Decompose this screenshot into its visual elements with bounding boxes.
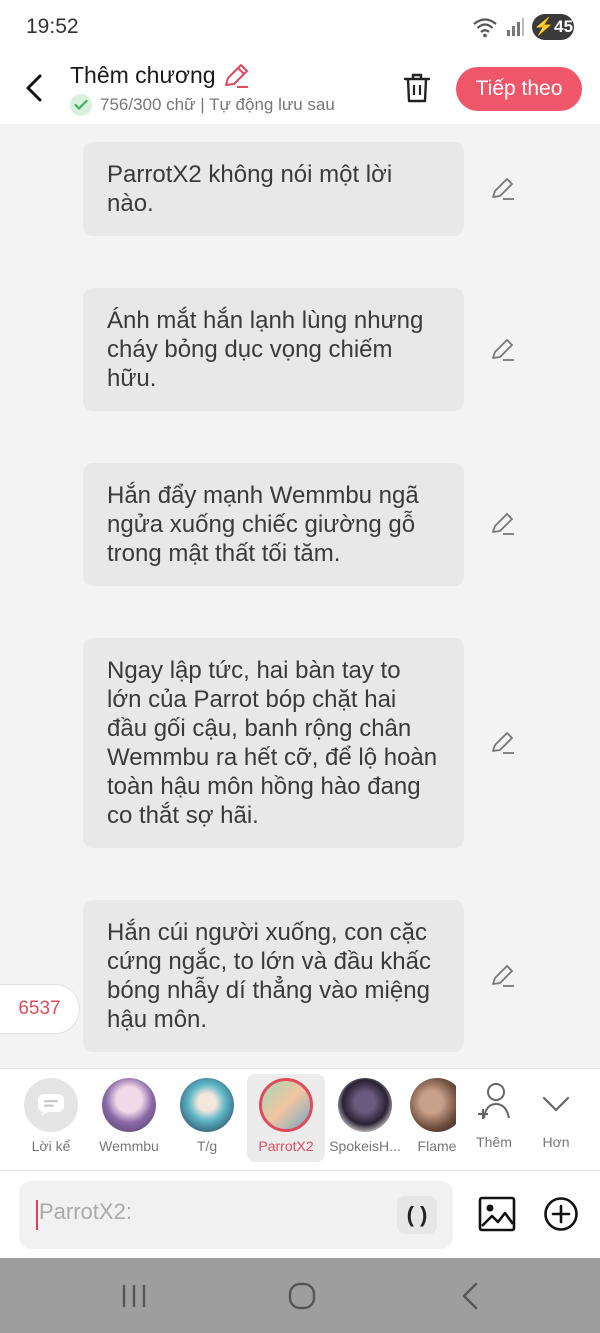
recent-apps-icon (122, 1285, 146, 1307)
status-icons: ⚡ 45 (472, 14, 574, 40)
edit-icon[interactable] (488, 174, 518, 204)
character-label: T/g (196, 1138, 218, 1154)
character-label: Thêm (476, 1134, 512, 1150)
next-button[interactable]: Tiếp theo (456, 67, 582, 111)
input-placeholder: ParrotX2: (39, 1199, 132, 1224)
system-nav-bar (0, 1258, 600, 1333)
battery-indicator: ⚡ 45 (532, 14, 574, 40)
character-flame[interactable]: Flame (394, 1069, 456, 1171)
message-input[interactable]: ParrotX2: ( ) (19, 1181, 453, 1249)
image-icon (478, 1196, 516, 1232)
message-list[interactable]: ParrotX2 không nói một lời nào. Ánh mắt … (0, 124, 600, 1068)
character-label: Hơn (542, 1134, 570, 1150)
add-person-icon (478, 1083, 510, 1119)
narration-icon (24, 1078, 78, 1132)
image-button[interactable] (478, 1195, 516, 1233)
character-wemmbu[interactable]: Wemmbu (90, 1069, 168, 1171)
avatar (410, 1078, 456, 1132)
character-label: ParrotX2 (258, 1138, 314, 1154)
avatar (180, 1078, 234, 1132)
text-caret (36, 1200, 38, 1230)
check-icon (70, 94, 92, 116)
more-button[interactable]: Hơn (517, 1069, 595, 1171)
avatar (338, 1078, 392, 1132)
character-label: Flame (417, 1138, 456, 1154)
character-label: Wemmbu (99, 1138, 159, 1154)
status-time: 19:52 (26, 15, 79, 38)
add-button[interactable] (542, 1195, 580, 1233)
message-bubble[interactable]: Ánh mắt hắn lạnh lùng nhưng cháy bỏng dụ… (83, 288, 464, 411)
avatar (102, 1078, 156, 1132)
delete-button[interactable] (400, 70, 434, 106)
word-count-text: 756/300 chữ | Tự động lưu sau (100, 95, 335, 114)
status-bar: 19:52 ⚡ 45 (0, 0, 600, 56)
character-narration[interactable]: Lời kể (12, 1069, 90, 1171)
pencil-icon[interactable] (222, 63, 250, 89)
message-bubble[interactable]: Ngay lập tức, hai bàn tay to lớn của Par… (83, 638, 464, 848)
system-back-button[interactable] (450, 1278, 490, 1314)
character-tg[interactable]: T/g (168, 1069, 246, 1171)
home-button[interactable] (282, 1278, 322, 1314)
character-count-badge[interactable]: 6537 (0, 984, 80, 1034)
character-label: SpokeisH... (329, 1138, 401, 1154)
wifi-icon (473, 18, 497, 38)
trash-icon (403, 73, 431, 103)
page-title: Thêm chương (70, 62, 216, 88)
edit-icon[interactable] (488, 335, 518, 365)
parenthesis-button[interactable]: ( ) (397, 1196, 437, 1234)
input-row: ParrotX2: ( ) (0, 1170, 600, 1258)
chevron-down-icon (542, 1096, 570, 1112)
character-spokeish[interactable]: SpokeisH... (326, 1069, 404, 1171)
message-bubble[interactable]: ParrotX2 không nói một lời nào. (83, 142, 464, 236)
edit-icon[interactable] (488, 728, 518, 758)
back-arrow-icon (462, 1282, 478, 1310)
edit-icon[interactable] (488, 961, 518, 991)
chevron-left-icon (26, 74, 42, 102)
page-title-row: Thêm chương (70, 62, 250, 89)
save-status: 756/300 chữ | Tự động lưu sau (70, 94, 380, 116)
header: Thêm chương 756/300 chữ | Tự động lưu sa… (0, 56, 600, 124)
charging-icon: ⚡ (532, 17, 555, 36)
home-icon (288, 1282, 316, 1310)
back-button[interactable] (18, 70, 50, 106)
character-parrotx2[interactable]: ParrotX2 (247, 1074, 325, 1162)
plus-circle-icon (544, 1197, 578, 1231)
signal-icon (507, 18, 524, 36)
avatar (259, 1078, 313, 1132)
character-bar: Lời kể Wemmbu T/g ParrotX2 SpokeisH... F… (0, 1068, 600, 1170)
recent-apps-button[interactable] (114, 1278, 154, 1314)
message-bubble[interactable]: Hắn đẩy mạnh Wemmbu ngã ngửa xuống chiếc… (83, 463, 464, 586)
edit-icon[interactable] (488, 509, 518, 539)
message-bubble[interactable]: Hắn cúi người xuống, con cặc cứng ngắc, … (83, 900, 464, 1052)
character-label: Lời kể (31, 1138, 71, 1154)
